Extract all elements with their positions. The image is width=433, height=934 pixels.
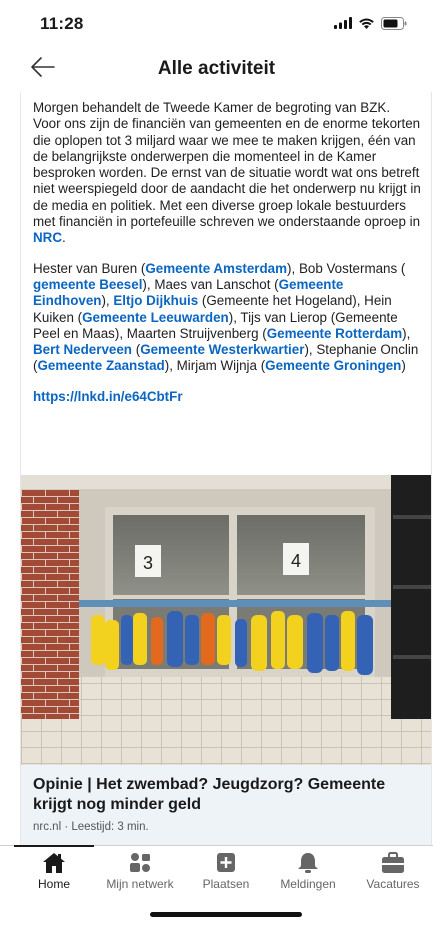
- article-source: nrc.nl · Leestijd: 3 min.: [33, 821, 149, 833]
- link-gemeente-amsterdam[interactable]: Gemeente Amsterdam: [145, 261, 287, 276]
- status-icons: [334, 16, 407, 30]
- navigation-bar: Alle activiteit: [0, 48, 433, 92]
- text-segment: ), Bob Vostermans (: [287, 260, 406, 276]
- battery-icon: [381, 16, 407, 30]
- link-bert-nederveen[interactable]: Bert Nederveen: [33, 342, 132, 357]
- status-time: 11:28: [40, 14, 84, 33]
- link-gemeente-rotterdam[interactable]: Gemeente Rotterdam: [267, 326, 402, 341]
- tab-meldingen[interactable]: Meldingen: [268, 846, 348, 896]
- tab-mijn-netwerk[interactable]: Mijn netwerk: [100, 846, 180, 896]
- link-post-url[interactable]: https://lnkd.in/e64CbtFr: [33, 389, 183, 404]
- tab-home[interactable]: Home: [14, 846, 94, 896]
- tab-plaatsen[interactable]: Plaatsen: [186, 846, 266, 896]
- page-title: Alle activiteit: [157, 58, 276, 79]
- link-gemeente-groningen[interactable]: Gemeente Groningen: [265, 358, 401, 373]
- cellular-signal-icon: [334, 17, 352, 29]
- text-segment: .: [62, 230, 66, 246]
- home-indicator[interactable]: [150, 912, 302, 917]
- status-bar: 11:28: [0, 0, 433, 48]
- link-gemeente-leeuwarden[interactable]: Gemeente Leeuwarden: [82, 310, 229, 325]
- text-segment: Hester van Buren (: [33, 260, 146, 276]
- window-number-4: 4: [291, 551, 301, 571]
- wifi-icon: [359, 18, 374, 29]
- post-text: Morgen behandelt de Tweede Kamer de begr…: [21, 92, 431, 405]
- text-segment: (: [132, 342, 141, 358]
- post-paragraph-authors: Hester van Buren (Gemeente Amsterdam), B…: [33, 261, 421, 375]
- window-number-3: 3: [143, 553, 153, 573]
- link-gemeente-zaanstad[interactable]: Gemeente Zaanstad: [37, 358, 164, 373]
- article-title: Opinie | Het zwembad? Jeugdzorg? Gemeent…: [33, 776, 386, 813]
- article-preview[interactable]: Opinie | Het zwembad? Jeugdzorg? Gemeent…: [21, 765, 431, 845]
- post-card: Morgen behandelt de Tweede Kamer de begr…: [20, 92, 432, 845]
- tab-vacatures[interactable]: Vacatures: [353, 846, 433, 896]
- text-segment: Morgen behandelt de Tweede Kamer de begr…: [33, 100, 421, 230]
- link-nrc[interactable]: NRC: [33, 230, 62, 245]
- text-segment: ), Mirjam Wijnja (: [164, 358, 266, 374]
- bell-icon: [298, 853, 318, 873]
- bottom-tab-bar: Home Mijn netwerk Plaatsen Meldingen Vac…: [0, 845, 433, 895]
- text-segment: ), Maes van Lanschot (: [142, 276, 279, 292]
- link-eltjo-dijkhuis[interactable]: Eltjo Dijkhuis: [113, 293, 198, 308]
- post-url-line: https://lnkd.in/e64CbtFr: [33, 389, 421, 405]
- briefcase-icon: [382, 852, 404, 873]
- network-icon: [130, 853, 150, 872]
- post-icon: [217, 853, 235, 872]
- post-paragraph-intro: Morgen behandelt de Tweede Kamer de begr…: [33, 100, 421, 247]
- home-icon: [43, 853, 65, 873]
- link-gemeente-beesel[interactable]: gemeente Beesel: [33, 277, 142, 292]
- tab-vacatures-label: Vacatures: [366, 877, 420, 891]
- tab-mijn-netwerk-label: Mijn netwerk: [106, 877, 174, 891]
- text-segment: ): [401, 358, 406, 374]
- article-image[interactable]: 3 4: [21, 475, 432, 765]
- tab-home-label: Home: [37, 877, 70, 891]
- text-segment: ),: [402, 325, 411, 341]
- text-segment: ),: [101, 293, 114, 309]
- link-gemeente-westerkwartier[interactable]: Gemeente Westerkwartier: [140, 342, 304, 357]
